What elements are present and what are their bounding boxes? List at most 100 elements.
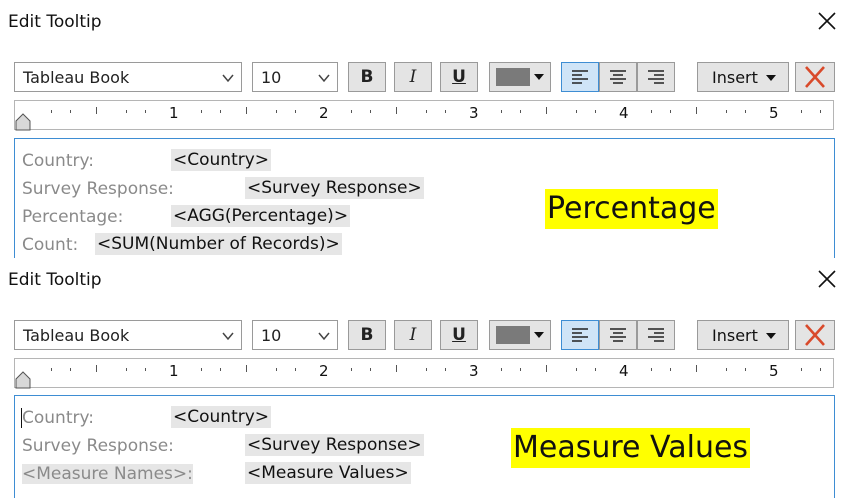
ruler-tick <box>576 110 577 113</box>
ruler-tick <box>370 110 371 113</box>
clear-x-icon <box>805 66 825 88</box>
ruler-number: 2 <box>319 362 329 380</box>
font-color-button[interactable] <box>489 62 551 92</box>
ruler-tick <box>546 107 547 114</box>
italic-button[interactable]: I <box>394 320 432 350</box>
ruler-tick <box>445 110 446 113</box>
ruler-tick <box>801 368 802 371</box>
insert-button[interactable]: Insert <box>697 320 789 350</box>
tooltip-label-count: Count: <box>22 235 79 255</box>
close-icon[interactable] <box>814 266 840 292</box>
indent-marker-icon[interactable] <box>15 113 31 131</box>
close-icon[interactable] <box>814 8 840 34</box>
tooltip-field-count: <SUM(Number of Records)> <box>95 233 342 255</box>
ruler-tick <box>696 107 697 114</box>
tooltip-label-country: Country: <box>22 408 95 428</box>
font-family-value: Tableau Book <box>23 326 130 345</box>
ruler-number: 2 <box>319 104 329 122</box>
chevron-down-icon <box>318 74 330 83</box>
title-bar: Edit Tooltip <box>0 0 845 46</box>
dialog-title: Edit Tooltip <box>8 12 102 32</box>
tooltip-label-survey-response: Survey Response: <box>22 436 174 456</box>
edit-tooltip-dialog-percentage: Edit Tooltip Tableau Book 10 B I U Inser… <box>0 0 845 258</box>
align-left-icon <box>572 70 588 84</box>
ruler-number: 4 <box>619 104 629 122</box>
insert-label: Insert <box>712 68 758 87</box>
ruler-tick <box>145 110 146 113</box>
ruler-tick <box>351 110 352 113</box>
ruler-number: 3 <box>469 104 479 122</box>
font-size-select[interactable]: 10 <box>252 62 338 92</box>
insert-button[interactable]: Insert <box>697 62 789 92</box>
ruler-tick <box>70 368 71 371</box>
font-size-select[interactable]: 10 <box>252 320 338 350</box>
ruler-tick <box>246 365 247 372</box>
italic-button[interactable]: I <box>394 62 432 92</box>
ruler-number: 1 <box>169 362 179 380</box>
ruler-tick <box>520 110 521 113</box>
font-family-select[interactable]: Tableau Book <box>14 320 242 350</box>
ruler-tick <box>295 110 296 113</box>
format-toolbar: Tableau Book 10 B I U Insert <box>0 312 845 358</box>
chevron-down-icon <box>318 332 330 341</box>
tooltip-label-country: Country: <box>22 151 95 171</box>
align-right-button[interactable] <box>637 320 675 350</box>
ruler-tick <box>595 368 596 371</box>
align-left-icon <box>572 328 588 342</box>
font-color-button[interactable] <box>489 320 551 350</box>
ruler-tick <box>96 107 97 114</box>
ruler[interactable]: 1 2 3 4 5 <box>14 358 834 389</box>
ruler-number: 5 <box>769 362 779 380</box>
ruler-tick <box>51 368 52 371</box>
tooltip-label-survey-response: Survey Response: <box>22 179 174 199</box>
align-center-button[interactable] <box>599 320 637 350</box>
ruler-tick <box>220 368 221 371</box>
ruler-tick <box>396 365 397 372</box>
font-size-value: 10 <box>261 326 282 345</box>
ruler-tick <box>651 110 652 113</box>
underline-button[interactable]: U <box>440 320 478 350</box>
align-right-icon <box>648 328 664 342</box>
ruler-number: 5 <box>769 104 779 122</box>
align-left-button[interactable] <box>561 62 599 92</box>
clear-button[interactable] <box>795 62 835 92</box>
align-left-button[interactable] <box>561 320 599 350</box>
clear-x-icon <box>805 324 825 346</box>
ruler-tick <box>276 110 277 113</box>
ruler-tick <box>670 368 671 371</box>
ruler-tick <box>396 107 397 114</box>
dropdown-arrow-icon <box>766 75 776 81</box>
bold-button[interactable]: B <box>348 62 386 92</box>
ruler-tick <box>520 368 521 371</box>
font-family-select[interactable]: Tableau Book <box>14 62 242 92</box>
align-right-button[interactable] <box>637 62 675 92</box>
align-center-button[interactable] <box>599 62 637 92</box>
tooltip-editor[interactable]: Country: <Country> Survey Response: <Sur… <box>14 395 835 498</box>
indent-marker-icon[interactable] <box>15 371 31 389</box>
tooltip-editor[interactable]: Country: <Country> Survey Response: <Sur… <box>14 138 835 258</box>
ruler-tick <box>820 110 821 113</box>
color-swatch <box>496 326 530 344</box>
edit-tooltip-dialog-measure-values: Edit Tooltip Tableau Book 10 B I U Inser… <box>0 258 845 498</box>
ruler-tick <box>126 110 127 113</box>
ruler-tick <box>745 110 746 113</box>
ruler-tick <box>201 368 202 371</box>
insert-label: Insert <box>712 326 758 345</box>
dialog-title: Edit Tooltip <box>8 270 102 290</box>
ruler-number: 4 <box>619 362 629 380</box>
ruler-number: 3 <box>469 362 479 380</box>
ruler-tick <box>246 107 247 114</box>
ruler-tick <box>651 368 652 371</box>
annotation-highlight: Measure Values <box>511 428 751 468</box>
dropdown-arrow-icon <box>534 74 544 80</box>
format-toolbar: Tableau Book 10 B I U Insert <box>0 54 845 100</box>
dropdown-arrow-icon <box>534 332 544 338</box>
dropdown-arrow-icon <box>766 333 776 339</box>
underline-button[interactable]: U <box>440 62 478 92</box>
chevron-down-icon <box>222 332 234 341</box>
ruler-tick <box>96 365 97 372</box>
bold-button[interactable]: B <box>348 320 386 350</box>
clear-button[interactable] <box>795 320 835 350</box>
ruler-tick <box>426 368 427 371</box>
ruler[interactable]: 1 2 3 4 5 <box>14 100 834 131</box>
